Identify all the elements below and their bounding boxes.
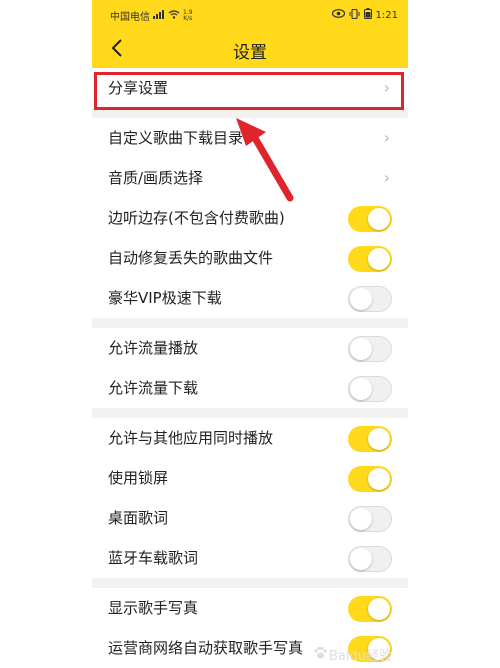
toggle-switch[interactable] [348,466,392,492]
status-bar: 中国电信 1.9 K/s 1:21 [92,0,408,28]
toggle-switch[interactable] [348,506,392,532]
wifi-icon [168,9,180,22]
settings-row-label: 边听边存(不包含付费歌曲) [108,209,285,227]
group-spacer [92,108,408,118]
settings-row-label: 自定义歌曲下载目录 [108,129,244,147]
settings-row-label: 允许流量播放 [108,339,199,357]
settings-row[interactable]: 自动修复丢失的歌曲文件 [92,238,408,278]
settings-row[interactable]: 允许流量下载 [92,368,408,408]
group-spacer [92,408,408,418]
watermark-text: Baidu经验 [329,649,392,664]
settings-group: 自定义歌曲下载目录 › 音质/画质选择 › 边听边存(不包含付费歌曲) 自动修复丢失的歌曲… [92,118,408,318]
paw-icon [313,646,327,664]
settings-group: 允许与其他应用同时播放 使用锁屏桌面歌词蓝牙车载歌词 [92,418,408,578]
page-title: 设置 [233,43,267,63]
settings-group: 允许流量播放 允许流量下载 [92,328,408,408]
toggle-knob [368,208,390,230]
settings-row[interactable]: 蓝牙车载歌词 [92,538,408,578]
settings-row-label: 允许流量下载 [108,379,199,397]
settings-row-label: 桌面歌词 [108,509,169,527]
chevron-right-icon: › [383,128,390,147]
toggle-switch[interactable] [348,246,392,272]
carrier-label: 中国电信 [110,12,150,23]
settings-row-label: 自动修复丢失的歌曲文件 [108,249,274,267]
group-spacer [92,578,408,588]
settings-group: 分享设置 › [92,68,408,108]
settings-row[interactable]: 允许与其他应用同时播放 [92,418,408,458]
settings-row[interactable]: 桌面歌词 [92,498,408,538]
phone-screen: 中国电信 1.9 K/s 1:21 设置 分享设置 › 自定义歌曲下载目录 › … [92,0,408,668]
toggle-switch[interactable] [348,546,392,572]
settings-row-label: 豪华VIP极速下载 [108,289,222,307]
toggle-knob [350,378,372,400]
settings-row[interactable]: 使用锁屏 [92,458,408,498]
toggle-knob [368,428,390,450]
toggle-knob [368,468,390,490]
settings-row[interactable]: 显示歌手写真 [92,588,408,628]
network-speed: 1.9 K/s [183,8,193,22]
header-bar: 设置 [92,28,408,68]
settings-row-label: 运营商网络自动获取歌手写真 [108,639,304,657]
settings-list: 分享设置 › 自定义歌曲下载目录 › 音质/画质选择 › 边听边存(不包含付费歌曲) 自动修复… [92,68,408,668]
toggle-knob [350,508,372,530]
settings-row-label: 允许与其他应用同时播放 [108,429,274,447]
battery-icon [363,8,372,22]
chevron-right-icon: › [383,168,390,187]
chevron-right-icon: › [383,78,390,97]
toggle-knob [350,288,372,310]
toggle-switch[interactable] [348,596,392,622]
settings-row-label: 分享设置 [108,79,169,97]
settings-row[interactable]: 音质/画质选择 › [92,158,408,198]
group-spacer [92,318,408,328]
settings-row-label: 蓝牙车载歌词 [108,549,199,567]
settings-row[interactable]: 边听边存(不包含付费歌曲) [92,198,408,238]
settings-row[interactable]: 自定义歌曲下载目录 › [92,118,408,158]
vibrate-icon [349,8,360,22]
toggle-knob [350,338,372,360]
settings-row[interactable]: 分享设置 › [92,68,408,108]
toggle-knob [350,548,372,570]
toggle-switch[interactable] [348,426,392,452]
toggle-switch[interactable] [348,336,392,362]
settings-row-label: 使用锁屏 [108,469,169,487]
clock-time: 1:21 [375,9,398,21]
watermark: Baidu经验 [313,645,392,664]
toggle-switch[interactable] [348,286,392,312]
toggle-knob [368,248,390,270]
settings-row[interactable]: 豪华VIP极速下载 [92,278,408,318]
settings-row[interactable]: 允许流量播放 [92,328,408,368]
eye-icon [331,9,345,21]
toggle-knob [368,598,390,620]
settings-row-label: 音质/画质选择 [108,169,204,187]
settings-row-label: 显示歌手写真 [108,599,199,617]
signal-icon [153,9,165,22]
toggle-switch[interactable] [348,376,392,402]
toggle-switch[interactable] [348,206,392,232]
